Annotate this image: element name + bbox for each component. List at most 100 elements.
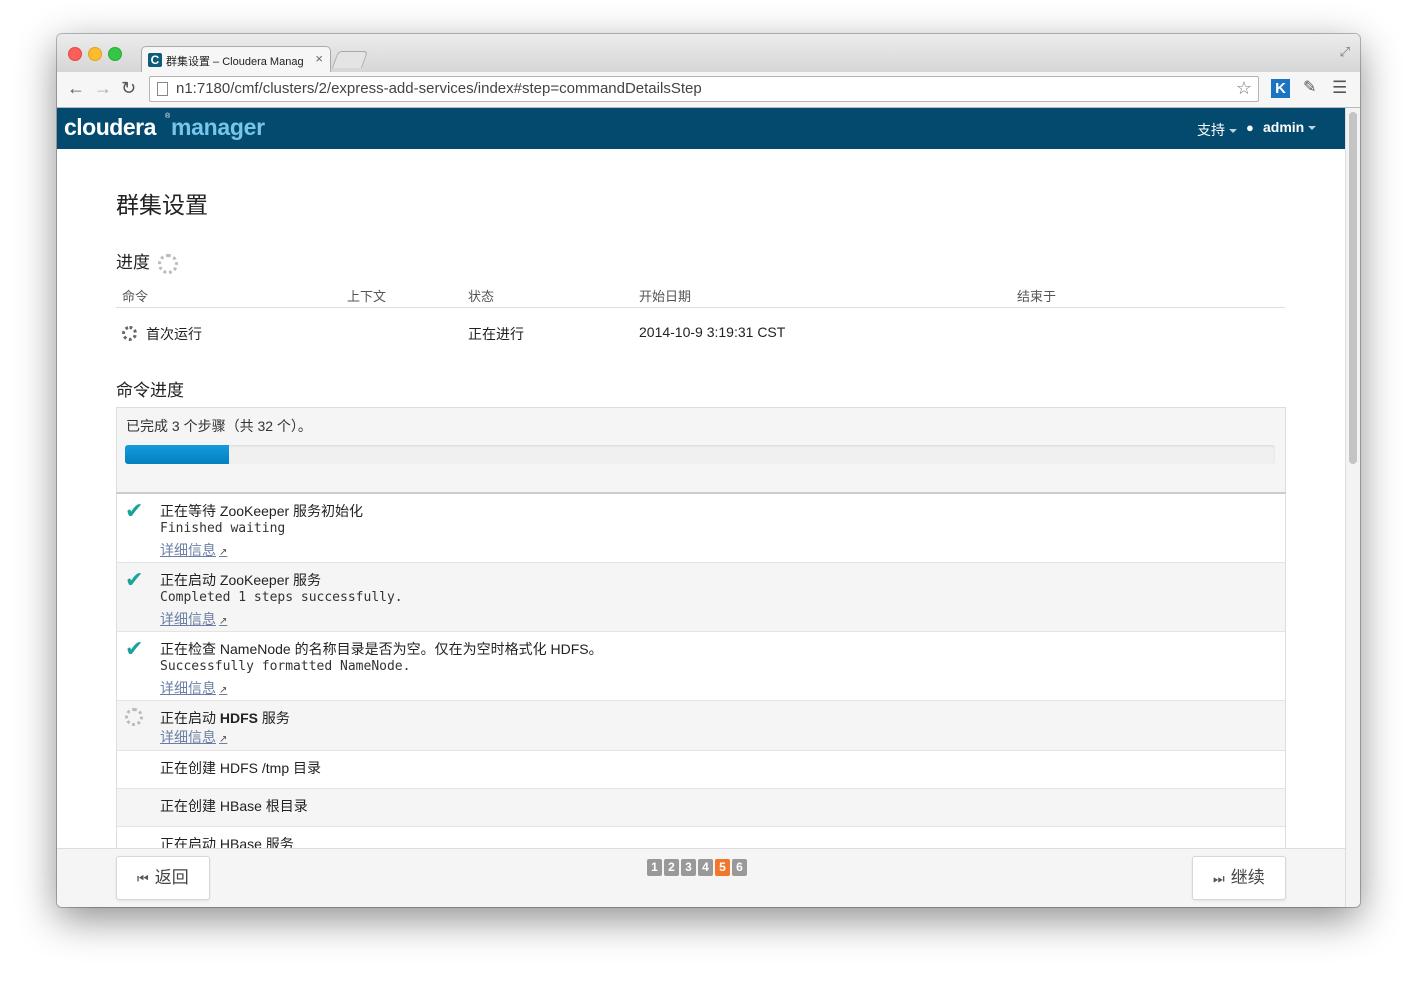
command-status: 正在进行 xyxy=(468,326,524,342)
step-item: ✔ 正在等待 ZooKeeper 服务初始化 Finished waiting … xyxy=(117,494,1285,563)
continue-label: 继续 xyxy=(1230,868,1265,887)
step-title: 正在创建 HDFS /tmp 目录 xyxy=(160,760,322,776)
step-item-pending: 正在创建 HDFS /tmp 目录 xyxy=(117,751,1285,789)
step-title-post: 服务 xyxy=(258,710,290,726)
progress-bar-fill xyxy=(125,445,229,464)
address-bar[interactable]: n1:7180/cmf/clusters/2/express-add-servi… xyxy=(149,76,1259,102)
menu-icon[interactable]: ☰ xyxy=(1332,78,1347,98)
zoom-window-button[interactable] xyxy=(108,47,122,61)
step-pager: 123456 xyxy=(647,858,749,876)
check-icon: ✔ xyxy=(125,498,144,523)
skip-forward-icon: ⏭ xyxy=(1213,871,1225,886)
wizard-footer: ⏮ 返回 123456 ⏭ 继续 xyxy=(57,848,1345,907)
caret-down-icon xyxy=(1229,129,1237,134)
step-message: Successfully formatted NameNode. xyxy=(160,659,411,674)
page-step-6[interactable]: 6 xyxy=(732,859,747,876)
step-title: 正在检查 NameNode 的名称目录是否为空。仅在为空时格式化 HDFS。 xyxy=(160,641,603,657)
user-menu[interactable]: admin xyxy=(1263,119,1317,135)
col-header-status: 状态 xyxy=(468,289,495,304)
back-arrow-icon[interactable]: ← xyxy=(67,78,85,98)
support-menu[interactable]: 支持 xyxy=(1197,120,1237,140)
running-spinner-icon xyxy=(122,326,137,341)
step-details-link[interactable]: 详细信息 ↗ xyxy=(160,540,227,560)
step-title: 正在启动 HDFS 服务 xyxy=(160,708,290,728)
new-tab-button[interactable] xyxy=(331,51,369,68)
bookmark-star-icon[interactable]: ☆ xyxy=(1236,78,1252,99)
step-title: 正在创建 HBase 根目录 xyxy=(160,798,308,814)
back-button[interactable]: ⏮ 返回 xyxy=(116,856,210,900)
cloudera-header: cloudera ® manager 支持 ● admin xyxy=(57,108,1345,149)
col-header-start-date: 开始日期 xyxy=(639,289,692,304)
progress-heading: 进度 xyxy=(116,253,150,272)
step-message: Completed 1 steps successfully. xyxy=(160,590,403,605)
step-item-pending: 正在创建 HBase 根目录 xyxy=(117,789,1285,827)
tab-close-icon[interactable]: × xyxy=(315,51,323,66)
step-details-link[interactable]: 详细信息 ↗ xyxy=(160,609,227,629)
step-details-label: 详细信息 xyxy=(160,542,216,558)
col-header-command: 命令 xyxy=(122,289,149,304)
user-icon: ● xyxy=(1246,120,1254,135)
col-header-end: 结束于 xyxy=(1017,289,1057,304)
progress-bar xyxy=(125,445,1275,464)
step-item-running: 正在启动 HDFS 服务 详细信息 ↗ xyxy=(117,701,1285,751)
page-step-2[interactable]: 2 xyxy=(664,859,679,876)
step-title: 正在启动 ZooKeeper 服务 xyxy=(160,572,322,588)
page-scrollbar[interactable] xyxy=(1345,108,1360,907)
back-label: 返回 xyxy=(154,868,189,887)
command-start-date: 2014-10-9 3:19:31 CST xyxy=(639,324,786,340)
external-link-icon: ↗ xyxy=(219,734,228,745)
check-icon: ✔ xyxy=(125,636,144,661)
scrollbar-thumb[interactable] xyxy=(1349,112,1357,464)
url-text[interactable]: n1:7180/cmf/clusters/2/express-add-servi… xyxy=(176,80,702,97)
logo-registered-mark: ® xyxy=(165,113,171,120)
step-details-label: 详细信息 xyxy=(160,680,216,696)
step-details-link[interactable]: 详细信息 ↗ xyxy=(160,727,227,747)
logo-cloudera[interactable]: cloudera xyxy=(64,114,156,141)
page-viewport: cloudera ® manager 支持 ● admin 群集设置 进度 命令… xyxy=(57,108,1345,907)
user-name: admin xyxy=(1263,119,1305,135)
step-item: ✔ 正在启动 ZooKeeper 服务 Completed 1 steps su… xyxy=(117,563,1285,632)
loading-spinner-icon xyxy=(158,254,178,274)
extension-wrench-icon[interactable]: ✎ xyxy=(1303,78,1316,98)
support-label: 支持 xyxy=(1197,122,1225,138)
page-step-5[interactable]: 5 xyxy=(715,859,730,876)
step-details-label: 详细信息 xyxy=(160,611,216,627)
page-step-3[interactable]: 3 xyxy=(681,859,696,876)
table-header-divider xyxy=(116,307,1285,308)
page-step-4[interactable]: 4 xyxy=(698,859,713,876)
running-spinner-icon xyxy=(125,708,143,726)
minimize-window-button[interactable] xyxy=(88,47,102,61)
step-title-bold: HDFS xyxy=(219,710,259,726)
forward-arrow-icon[interactable]: → xyxy=(94,78,112,98)
browser-toolbar: ← → ↻ n1:7180/cmf/clusters/2/express-add… xyxy=(57,72,1360,108)
browser-window: C 群集设置 – Cloudera Manag × ⤢ ← → ↻ n1:718… xyxy=(57,34,1360,907)
page-step-1[interactable]: 1 xyxy=(647,859,662,876)
reload-icon[interactable]: ↻ xyxy=(121,78,136,98)
step-details-label: 详细信息 xyxy=(160,729,216,745)
steps-list[interactable]: ✔ 正在等待 ZooKeeper 服务初始化 Finished waiting … xyxy=(116,492,1286,907)
fullscreen-icon[interactable]: ⤢ xyxy=(1340,44,1350,60)
step-details-link[interactable]: 详细信息 ↗ xyxy=(160,678,227,698)
close-window-button[interactable] xyxy=(68,47,82,61)
step-title: 正在等待 ZooKeeper 服务初始化 xyxy=(160,503,364,519)
external-link-icon: ↗ xyxy=(219,685,228,696)
skip-back-icon: ⏮ xyxy=(137,871,149,886)
step-item: ✔ 正在检查 NameNode 的名称目录是否为空。仅在为空时格式化 HDFS。… xyxy=(117,632,1285,701)
progress-summary: 已完成 3 个步骤（共 32 个）。 xyxy=(116,407,1286,493)
command-progress-heading: 命令进度 xyxy=(116,381,184,400)
back-button-inner: ⏮ 返回 xyxy=(117,868,189,887)
extension-k-icon[interactable]: K xyxy=(1271,79,1290,98)
continue-button[interactable]: ⏭ 继续 xyxy=(1192,856,1286,900)
tab-title: 群集设置 – Cloudera Manag xyxy=(166,56,304,68)
continue-button-inner: ⏭ 继续 xyxy=(1193,868,1265,887)
step-title-pre: 正在启动 xyxy=(160,710,220,726)
page-icon xyxy=(157,82,168,96)
logo-manager[interactable]: manager xyxy=(171,114,265,141)
step-message: Finished waiting xyxy=(160,521,286,536)
browser-tab[interactable]: C 群集设置 – Cloudera Manag × xyxy=(141,46,331,74)
caret-down-icon xyxy=(1308,126,1317,131)
command-name-link[interactable]: 首次运行 xyxy=(146,324,202,344)
col-header-context: 上下文 xyxy=(347,289,387,304)
cloudera-favicon-icon: C xyxy=(148,53,162,67)
progress-summary-text: 已完成 3 个步骤（共 32 个）。 xyxy=(126,418,312,434)
